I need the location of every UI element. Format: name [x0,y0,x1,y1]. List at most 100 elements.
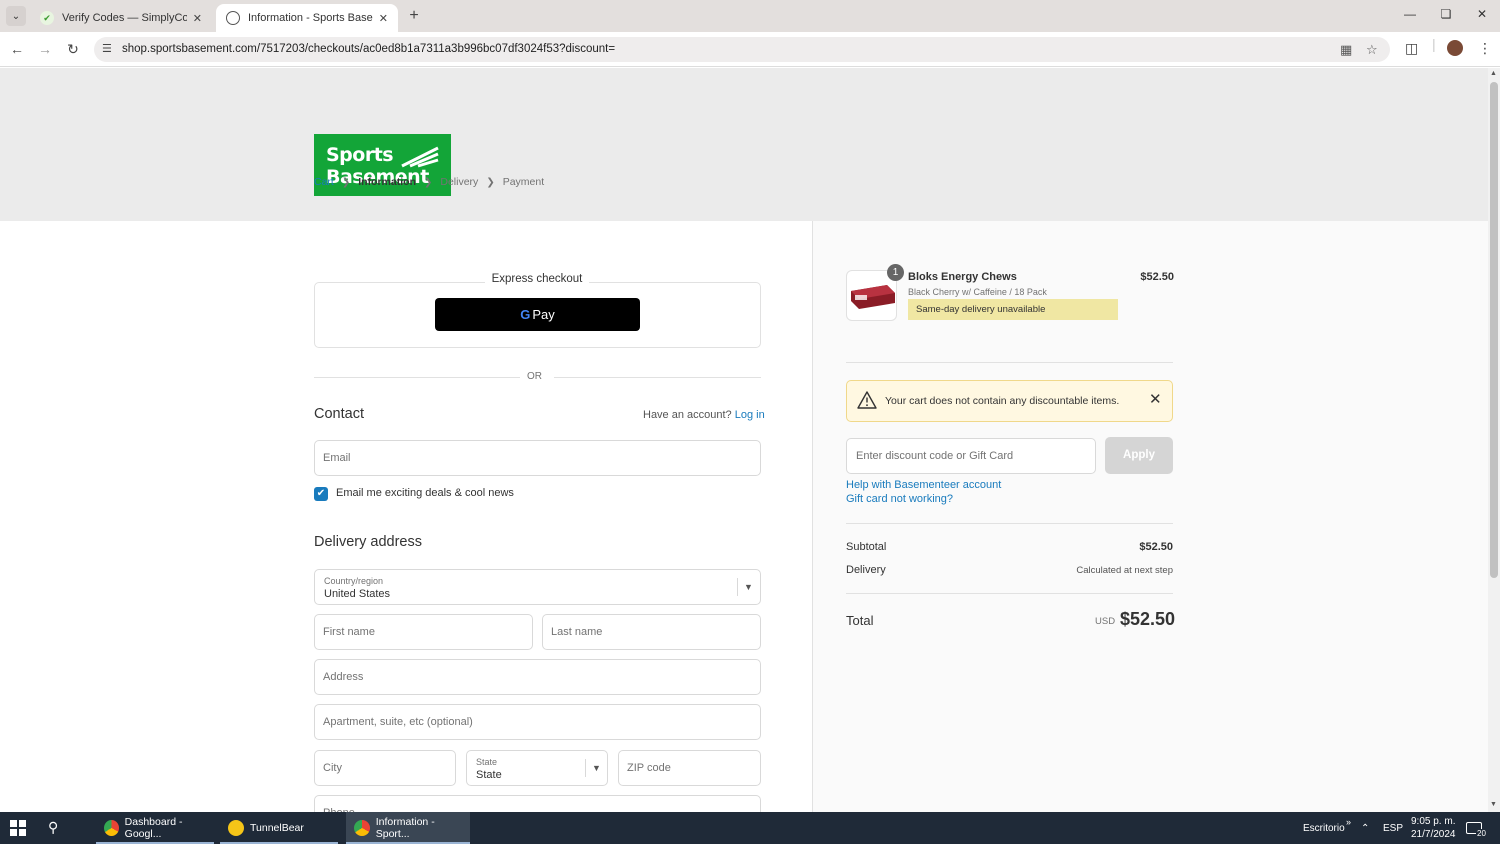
state-select[interactable]: State State ▼ [466,750,608,786]
reload-icon[interactable]: ↻ [64,40,82,58]
restore-icon[interactable]: ❏ [1436,7,1456,21]
google-pay-button[interactable]: G Pay [435,298,640,331]
quantity-badge: 1 [887,264,904,281]
basementeer-help-link[interactable]: Help with Basementeer account [846,479,1001,491]
gpay-label: Pay [532,307,555,322]
taskbar-app-information[interactable]: Information - Sport... [346,812,470,844]
breadcrumb-cart[interactable]: Cart [314,176,334,188]
last-name-input[interactable] [543,615,760,649]
clock-date: 21/7/2024 [1411,829,1456,840]
zip-input[interactable] [619,751,760,785]
taskbar-app-tunnelbear[interactable]: TunnelBear [220,812,338,844]
language-indicator[interactable]: ESP [1383,812,1403,844]
close-icon[interactable]: ✕ [379,12,388,25]
chevron-double-icon[interactable]: » [1346,806,1351,838]
simplycodes-check-icon: ✔ [40,11,54,25]
city-input[interactable] [315,751,455,785]
email-input[interactable] [315,441,760,475]
breadcrumb-payment: Payment [502,176,545,188]
first-name-field[interactable] [314,614,533,650]
contact-heading: Contact [314,406,364,422]
have-account-text: Have an account? Log in [643,409,765,421]
profile-avatar[interactable] [1447,40,1463,56]
email-field[interactable] [314,440,761,476]
tab-simplycodes[interactable]: ✔ Verify Codes — SimplyCodes ✕ [30,4,212,32]
back-icon[interactable]: ← [8,40,26,58]
newsletter-checkbox[interactable]: ✔ [314,487,328,501]
forward-icon[interactable]: → [36,40,54,58]
subtotal-value: $52.50 [1139,541,1173,553]
state-value: State [476,769,502,781]
tab-sports-basement[interactable]: Information - Sports Basement ✕ [216,4,398,32]
windows-taskbar: ⚲ Dashboard - Googl... TunnelBear Inform… [0,812,1500,844]
login-link[interactable]: Log in [735,409,765,421]
breadcrumb-delivery: Delivery [440,176,479,188]
apartment-field[interactable] [314,704,761,740]
close-window-icon[interactable]: ✕ [1472,7,1492,21]
tray-expand-icon[interactable]: ⌃ [1361,812,1369,844]
address-bar[interactable]: ☰ shop.sportsbasement.com/7517203/checko… [94,37,1390,62]
bookmark-star-icon[interactable]: ☆ [1366,42,1378,58]
zip-field[interactable] [618,750,761,786]
site-settings-icon[interactable]: ☰ [102,42,116,56]
apartment-input[interactable] [315,705,760,739]
notification-count: 20 [1476,829,1487,838]
phone-field-clip [314,795,761,812]
subtotal-label: Subtotal [846,541,887,553]
notifications-icon[interactable]: 20 [1466,812,1487,844]
search-icon[interactable]: ⚲ [48,819,58,836]
address-field[interactable] [314,659,761,695]
gift-card-help-link[interactable]: Gift card not working? [846,493,953,505]
delivery-value: Calculated at next step [1076,565,1173,576]
clock-time: 9:05 p. m. [1411,816,1456,827]
chrome-icon [104,820,119,836]
translate-icon[interactable]: ▦ [1340,42,1352,58]
country-value: United States [324,588,391,600]
extensions-icon[interactable]: ◫ [1405,40,1418,57]
taskbar-app-dashboard[interactable]: Dashboard - Googl... [96,812,214,844]
phone-field[interactable] [314,795,761,812]
close-icon[interactable]: ✕ [193,12,202,25]
select-divider [737,578,738,596]
desktop-toolbar-label[interactable]: Escritorio [1303,812,1345,844]
scroll-thumb[interactable] [1490,82,1498,578]
total-value: $52.50 [1120,609,1176,629]
more-menu-icon[interactable]: ⋮ [1478,40,1492,57]
country-select[interactable]: Country/region United States ▼ [314,569,761,605]
clock[interactable]: 9:05 p. m. 21/7/2024 [1411,812,1456,844]
chevron-right-icon: ❯ [341,176,351,188]
caret-down-icon: ▼ [744,582,753,592]
tab-title: Information - Sports Basement [248,12,373,24]
select-divider [585,759,586,777]
discount-code-input[interactable] [847,439,1095,473]
product-name: Bloks Energy Chews [908,271,1017,283]
first-name-input[interactable] [315,615,532,649]
or-text: OR [527,371,542,382]
globe-icon [226,11,240,25]
or-divider-left [314,377,520,378]
discount-code-field[interactable] [846,438,1096,474]
country-label: Country/region [324,576,384,586]
phone-input[interactable] [315,796,760,812]
google-g-icon: G [520,307,531,322]
browser-toolbar: ← → ↻ ☰ shop.sportsbasement.com/7517203/… [0,32,1500,67]
chrome-icon [354,820,370,836]
city-field[interactable] [314,750,456,786]
toolbar-divider: | [1432,36,1436,52]
minimize-icon[interactable]: — [1400,7,1420,21]
logo-line1: Sports [326,144,394,166]
last-name-field[interactable] [542,614,761,650]
tab-search-icon[interactable]: ⌄ [6,6,26,26]
taskbar-app-label: TunnelBear [250,822,304,834]
apply-button[interactable]: Apply [1105,437,1173,474]
address-input[interactable] [315,660,760,694]
scroll-up-icon[interactable]: ▲ [1490,70,1497,77]
breadcrumb: Cart ❯ Information ❯ Delivery ❯ Payment [314,176,552,188]
scroll-down-icon[interactable]: ▼ [1490,801,1497,808]
page-scrollbar[interactable]: ▲ ▼ [1488,68,1500,812]
url-text: shop.sportsbasement.com/7517203/checkout… [122,43,616,55]
windows-start-icon[interactable] [10,820,26,836]
close-icon[interactable]: ✕ [1149,390,1162,408]
summary-divider [846,593,1173,594]
new-tab-icon[interactable]: + [404,6,424,26]
